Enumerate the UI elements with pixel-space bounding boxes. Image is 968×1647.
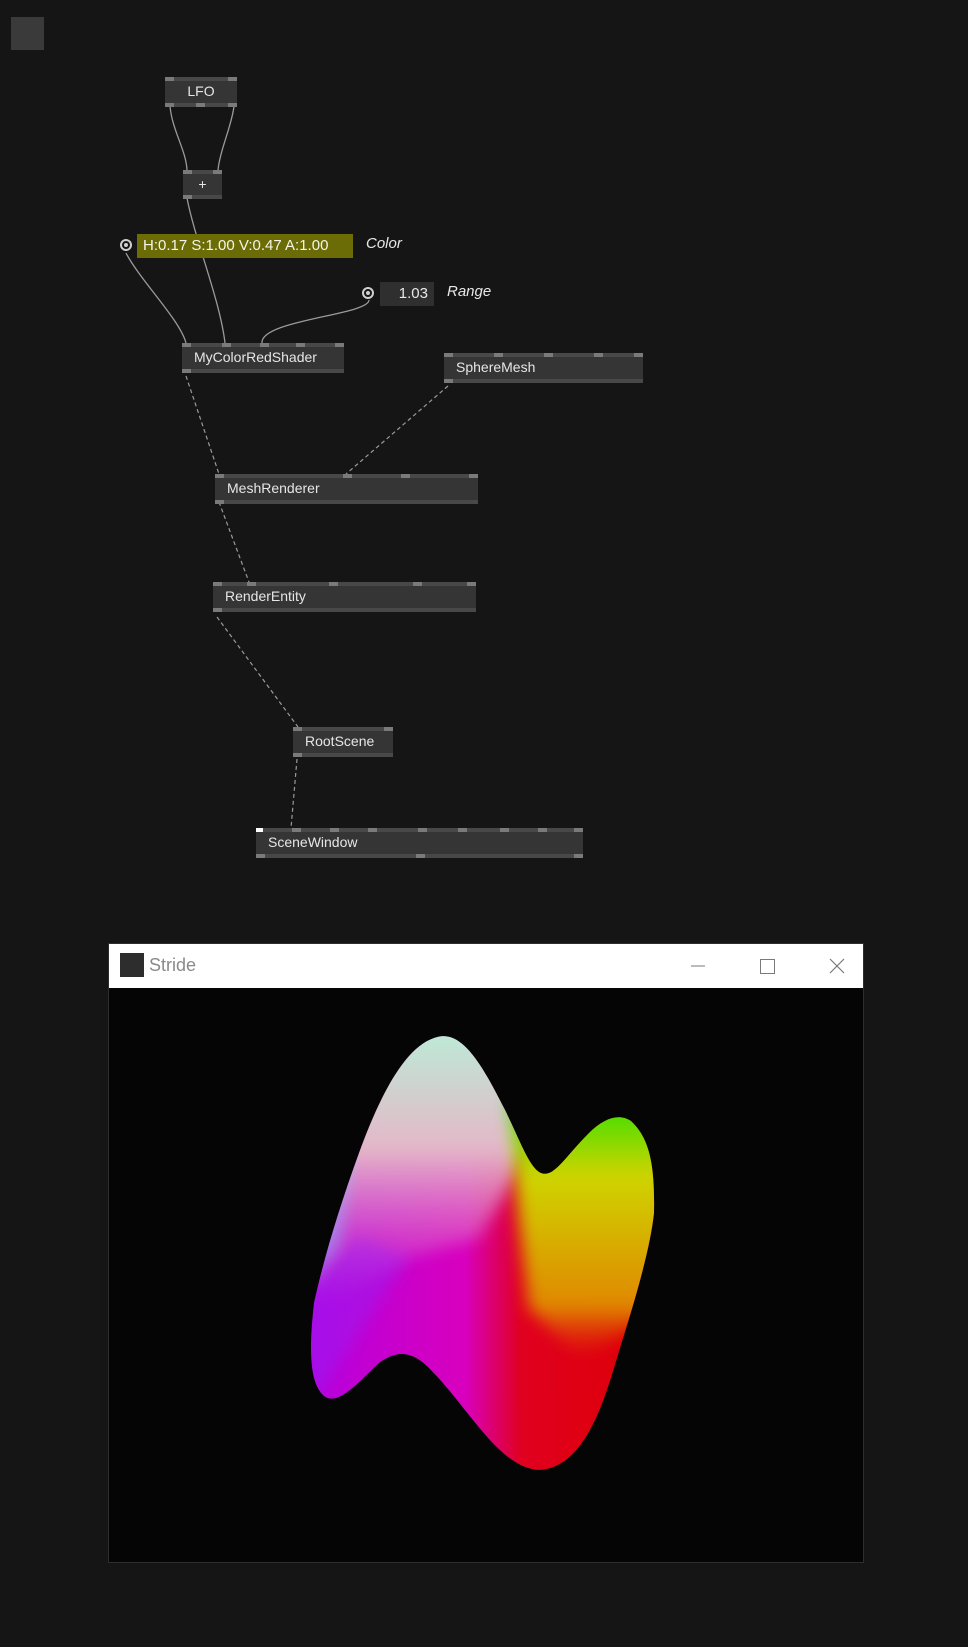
link-range-to-shader[interactable] [261,299,370,344]
output-pins[interactable] [215,500,478,504]
output-pins[interactable] [256,854,583,858]
node-label: LFO [187,83,215,99]
add-node[interactable]: + [183,170,222,199]
stride-render-window[interactable]: Stride [108,943,864,1563]
link-lfo-to-add-1[interactable] [169,105,188,171]
input-pins[interactable] [213,582,476,586]
rootscene-node[interactable]: RootScene [293,727,393,757]
scenewindow-node[interactable]: SceneWindow [256,828,583,858]
input-pins[interactable] [293,727,393,731]
node-label: MyColorRedShader [194,349,317,365]
color-input-box[interactable]: H:0.17 S:1.00 V:0.47 A:1.00 [137,234,353,258]
output-pins[interactable] [293,753,393,757]
link-add-to-shader[interactable] [186,197,226,344]
renderentity-node[interactable]: RenderEntity [213,582,476,612]
input-pins[interactable] [182,343,344,347]
patch-links [125,105,449,829]
node-label: RootScene [305,733,375,749]
input-pins[interactable] [165,77,237,81]
output-pins[interactable] [183,195,222,199]
input-pins[interactable] [256,828,583,832]
input-pins[interactable] [215,474,478,478]
range-input-box[interactable]: 1.03 [380,282,434,306]
link-shader-to-meshrenderer[interactable] [185,375,220,475]
range-pin[interactable] [362,287,374,299]
range-label: Range [447,283,492,300]
spheremesh-node[interactable]: SphereMesh [444,353,643,383]
link-spheremesh-to-meshrenderer[interactable] [345,385,449,475]
link-renderentity-to-rootscene[interactable] [216,616,299,728]
output-pins[interactable] [444,379,643,383]
lfo-node[interactable]: LFO [165,77,237,107]
input-pins[interactable] [444,353,643,357]
link-lfo-to-add-2[interactable] [217,105,235,171]
link-rootscene-to-scenewindow[interactable] [290,758,298,829]
node-label: MeshRenderer [227,480,320,496]
input-pins[interactable] [183,170,222,174]
render-viewport[interactable] [109,988,863,1562]
link-meshrenderer-to-renderentity[interactable] [218,501,250,583]
rendered-mesh [311,1036,655,1470]
output-pins[interactable] [165,103,237,107]
link-color-to-shader[interactable] [125,252,187,344]
mycolorredshader-node[interactable]: MyColorRedShader [182,343,344,373]
color-pin[interactable] [120,239,132,251]
maximize-icon[interactable] [744,950,790,982]
window-titlebar[interactable]: Stride [109,944,863,988]
close-icon[interactable] [814,950,860,982]
node-label: + [198,176,207,192]
node-label: SphereMesh [456,359,536,375]
app-icon [120,953,144,977]
color-label: Color [366,235,402,252]
node-label: SceneWindow [268,834,358,850]
meshrenderer-node[interactable]: MeshRenderer [215,474,478,504]
window-title: Stride [149,955,197,975]
minimize-icon[interactable] [675,950,721,982]
output-pins[interactable] [182,369,344,373]
output-pins[interactable] [213,608,476,612]
node-label: RenderEntity [225,588,306,604]
